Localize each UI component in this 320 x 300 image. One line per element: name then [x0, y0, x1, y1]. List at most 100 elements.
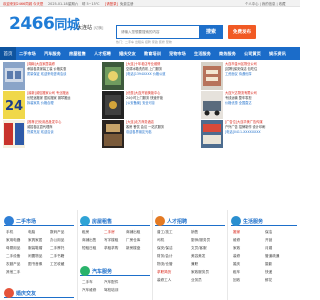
- link-item[interactable]: 驾校培训: [104, 288, 118, 293]
- link-item[interactable]: 闲置物品: [28, 254, 42, 259]
- link-item[interactable]: 家政服务员: [191, 270, 209, 275]
- link-item[interactable]: 汽车配件: [104, 280, 118, 285]
- link-item[interactable]: 家用电器: [6, 238, 20, 243]
- nav-home[interactable]: 首页: [0, 47, 16, 60]
- nav-item-business[interactable]: 商务服务: [219, 47, 236, 60]
- link-item[interactable]: 兼职: [191, 262, 198, 267]
- hot-keywords[interactable]: 热门：二手车 出租房 招聘 家政 装修 宠物: [116, 40, 172, 44]
- nav-item-housing[interactable]: 房屋租售: [69, 47, 86, 60]
- link-item[interactable]: 回收: [233, 278, 240, 283]
- nav-item-entertainment[interactable]: 娱乐资讯: [269, 47, 286, 60]
- link-item[interactable]: 手机: [6, 230, 13, 235]
- link-item[interactable]: 母婴用品: [6, 246, 20, 251]
- link-item[interactable]: 普工/技工: [157, 230, 173, 235]
- ad-item[interactable]: [推荐]日化用品批发中心 诚招各区县代理商 货源充足 欢迎洽谈: [3, 120, 101, 148]
- nav-item-life[interactable]: 生活服务: [194, 47, 211, 60]
- link-item[interactable]: 厨师/服务员: [191, 238, 210, 243]
- section-title[interactable]: 房屋租售: [92, 218, 112, 225]
- link-item[interactable]: 数码产品: [50, 230, 64, 235]
- ad-item[interactable]: [大连]十年老店专业维修 空调冰箱洗衣机 上门服务 [电话]1394XXXX 价格公…: [102, 62, 200, 90]
- link-item[interactable]: 二手摩托: [50, 246, 64, 251]
- nav-item-dating[interactable]: 婚庆交友: [119, 47, 136, 60]
- search-button[interactable]: 搜索: [199, 24, 223, 39]
- link-item[interactable]: 写字楼租: [104, 238, 118, 243]
- link-item[interactable]: 财务/会计: [157, 254, 173, 259]
- user-links[interactable]: 个人中心 | 我的信息 | 收藏: [245, 2, 286, 6]
- section-title[interactable]: 二手市场: [16, 218, 36, 225]
- link-item[interactable]: 鲜花: [265, 278, 272, 283]
- link-item[interactable]: 租房: [82, 230, 89, 235]
- link-item[interactable]: 管道疏通: [265, 254, 279, 259]
- link-item[interactable]: 二手车: [82, 280, 93, 285]
- post-button[interactable]: 免费发布: [228, 25, 256, 39]
- ad-item[interactable]: 大连市金州区物业公司 [招聘]保安保洁 包吃住 工资面议 待遇优厚: [201, 62, 299, 90]
- search-input[interactable]: [118, 27, 198, 37]
- link-item[interactable]: 工艺收藏: [50, 262, 64, 267]
- car-icon: [80, 266, 90, 276]
- link-item[interactable]: 商铺出售: [82, 238, 96, 243]
- header: 2466同城 大连站 [切换] 搜索 热门：二手车 出租房 招聘 家政 装修 宠…: [0, 7, 300, 47]
- ad-item[interactable]: [大连]北方商务酒店 客房 餐饮 会议 一站式服务 欢迎各界朋友光临: [102, 120, 200, 148]
- link-item[interactable]: 销售: [191, 230, 198, 235]
- ad-item[interactable]: [湖南]大连家居装修 承接各类家装工装 价格实惠 质量保证 欢迎来电咨询洽谈: [3, 62, 101, 90]
- link-item[interactable]: 文员/客服: [191, 246, 207, 251]
- link-item[interactable]: 农副产品: [6, 262, 20, 267]
- link-item[interactable]: 装修工人: [157, 278, 171, 283]
- section-title[interactable]: 人才招聘: [167, 218, 187, 225]
- section-title[interactable]: 婚庆交友: [16, 290, 36, 297]
- nav-item-jobs[interactable]: 人才招聘: [94, 47, 111, 60]
- section-title[interactable]: 生活服务: [243, 218, 263, 225]
- nav-item-yellowpages[interactable]: 公司黄页: [244, 47, 261, 60]
- link-item[interactable]: 租车: [233, 270, 240, 275]
- site-logo[interactable]: 2466同城: [9, 15, 80, 35]
- section-header: 生活服务: [231, 214, 297, 226]
- city-selector[interactable]: 大连站 [切换]: [77, 24, 103, 31]
- nav-item-secondhand[interactable]: 二手市场: [19, 47, 36, 60]
- link-item[interactable]: 电脑: [28, 230, 35, 235]
- login-link[interactable]: [请登录]: [105, 2, 118, 6]
- link-item[interactable]: 商铺出租: [126, 230, 140, 235]
- link-item[interactable]: 物流/仓管: [157, 262, 173, 267]
- link-item[interactable]: 求租求购: [104, 246, 118, 251]
- link-item[interactable]: 二手房: [104, 230, 115, 235]
- link-item[interactable]: 汽车维修: [82, 288, 96, 293]
- link-item[interactable]: 快递: [265, 270, 272, 275]
- link-item[interactable]: 短租日租: [82, 246, 96, 251]
- link-item[interactable]: 业务员: [191, 278, 202, 283]
- ad-item[interactable]: 大连兴达物流有限公司 专线运输 整车零担 价格优惠 全国直达: [201, 91, 299, 119]
- link-item[interactable]: 司机: [157, 238, 164, 243]
- nav-item-education[interactable]: 教育培训: [144, 47, 161, 60]
- section-title[interactable]: 汽车服务: [92, 268, 112, 275]
- city-switch-link[interactable]: [切换]: [94, 26, 104, 30]
- link-item[interactable]: 装修: [233, 254, 240, 259]
- link-item[interactable]: 求职简历: [157, 270, 171, 275]
- link-item[interactable]: 婚庆: [233, 262, 240, 267]
- link-item[interactable]: 新房楼盘: [126, 246, 140, 251]
- register-link[interactable]: 免费注册: [120, 2, 134, 6]
- svg-text:24: 24: [5, 99, 23, 114]
- link-item[interactable]: 美容美发: [191, 254, 205, 259]
- nav-item-cars[interactable]: 汽车服务: [44, 47, 61, 60]
- ad-line: 工资面议 待遇优厚: [225, 72, 252, 76]
- link-item[interactable]: 家政: [233, 246, 240, 251]
- link-item[interactable]: 二手设备: [6, 254, 20, 259]
- link-item[interactable]: 图书音像: [28, 262, 42, 267]
- link-item[interactable]: 保安/保洁: [157, 246, 173, 251]
- link-item[interactable]: 摄影: [265, 262, 272, 267]
- ad-item[interactable]: [广告位]大连华美广告传媒 户外广告 招牌制作 设计印刷 [电话]0411-XXXX…: [201, 120, 299, 148]
- link-item[interactable]: 保洁: [265, 230, 272, 235]
- link-item[interactable]: 月嫂: [265, 246, 272, 251]
- ad-item[interactable]: 24 [最新]诚信搬家公司 专业搬运 长短途搬家 居民搬家 钢琴搬运 拆装家具 价格…: [3, 91, 101, 119]
- link-item[interactable]: 家具家居: [28, 238, 42, 243]
- link-item[interactable]: 服装鞋帽: [28, 246, 42, 251]
- date-text: 2025-01-18: [48, 1, 68, 6]
- link-item[interactable]: 维修: [233, 238, 240, 243]
- link-item[interactable]: 搬家: [233, 230, 240, 235]
- link-item[interactable]: 办公用品: [50, 238, 64, 243]
- link-item[interactable]: 二手书籍: [50, 254, 64, 259]
- link-item[interactable]: 其他二手: [6, 270, 20, 275]
- link-item[interactable]: 厂房仓库: [126, 238, 140, 243]
- link-item[interactable]: 开锁: [265, 238, 272, 243]
- ad-item[interactable]: [优惠]大连开锁换锁中心 24小时上门服务 快速开锁 [公安备案] 安全可靠: [102, 91, 200, 119]
- nav-item-pets[interactable]: 宠物市场: [169, 47, 186, 60]
